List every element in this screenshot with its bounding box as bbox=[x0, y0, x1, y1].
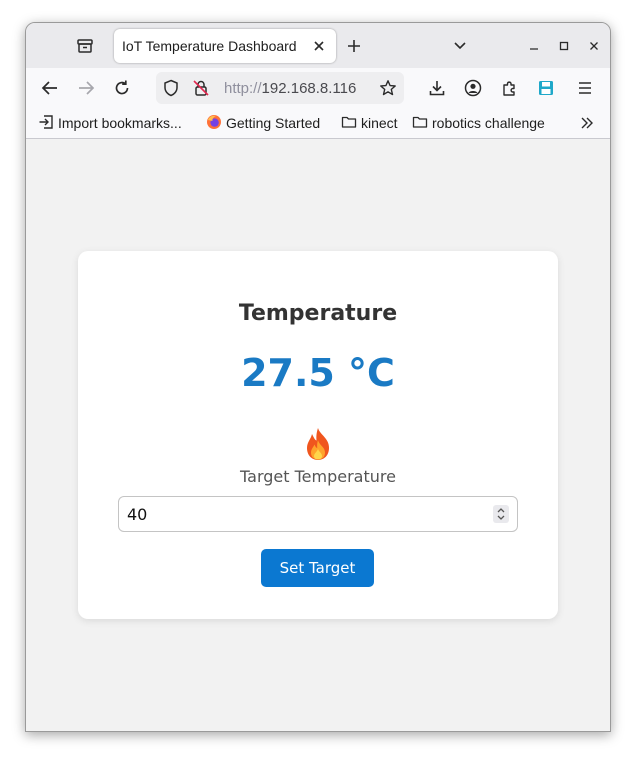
reload-icon[interactable] bbox=[111, 77, 133, 99]
active-tab[interactable]: IoT Temperature Dashboard bbox=[114, 29, 336, 63]
url-bar[interactable]: http://192.168.8.116 bbox=[156, 72, 404, 104]
bookmark-star-icon[interactable] bbox=[377, 77, 399, 99]
target-temperature-label: Target Temperature bbox=[240, 467, 396, 486]
temperature-reading: 27.5 °C bbox=[241, 351, 395, 395]
bookmark-getting-started[interactable]: Getting Started bbox=[206, 114, 320, 132]
back-icon[interactable] bbox=[39, 77, 61, 99]
download-icon[interactable] bbox=[426, 77, 448, 99]
bookmark-label: kinect bbox=[361, 115, 398, 131]
browser-window: IoT Temperature Dashboard http://192.168… bbox=[25, 22, 611, 732]
bookmark-folder-robotics[interactable]: robotics challenge bbox=[412, 114, 545, 132]
shield-icon[interactable] bbox=[160, 77, 182, 99]
extensions-icon[interactable] bbox=[499, 77, 521, 99]
tab-title: IoT Temperature Dashboard bbox=[122, 38, 297, 54]
folder-icon bbox=[412, 115, 428, 132]
bookmarks-toolbar: Import bookmarks... Getting Started kine… bbox=[26, 108, 610, 139]
fire-icon bbox=[298, 425, 338, 463]
card-title: Temperature bbox=[238, 301, 398, 326]
bookmark-import[interactable]: Import bookmarks... bbox=[38, 114, 182, 132]
import-icon bbox=[38, 114, 54, 133]
temperature-card: Temperature 27.5 °C Target Temperature 4… bbox=[78, 251, 558, 619]
chevron-double-right-icon[interactable] bbox=[578, 114, 596, 132]
navigation-toolbar: http://192.168.8.116 bbox=[26, 68, 610, 108]
firefox-icon bbox=[206, 114, 222, 133]
maximize-icon[interactable] bbox=[554, 36, 574, 56]
bookmark-label: Import bookmarks... bbox=[58, 115, 182, 131]
target-temperature-value: 40 bbox=[127, 505, 148, 524]
insecure-lock-icon[interactable] bbox=[190, 77, 212, 99]
bookmark-label: robotics challenge bbox=[432, 115, 545, 131]
minimize-icon[interactable] bbox=[524, 36, 544, 56]
target-temperature-input[interactable]: 40 bbox=[118, 496, 518, 532]
account-icon[interactable] bbox=[462, 77, 484, 99]
bookmark-label: Getting Started bbox=[226, 115, 321, 131]
save-icon[interactable] bbox=[535, 77, 557, 99]
bookmark-folder-kinect[interactable]: kinect bbox=[341, 114, 398, 132]
tab-close-icon[interactable] bbox=[310, 37, 328, 55]
page-content: Temperature 27.5 °C Target Temperature 4… bbox=[26, 139, 610, 731]
chevron-down-icon[interactable] bbox=[450, 36, 470, 56]
forward-icon[interactable] bbox=[75, 77, 97, 99]
folder-icon bbox=[341, 115, 357, 132]
new-tab-icon[interactable] bbox=[344, 36, 364, 56]
tab-list-icon[interactable] bbox=[74, 35, 96, 57]
window-close-icon[interactable] bbox=[584, 36, 604, 56]
number-spinner-icon[interactable] bbox=[493, 505, 509, 523]
url-text[interactable]: http://192.168.8.116 bbox=[224, 80, 356, 97]
set-target-button[interactable]: Set Target bbox=[261, 549, 374, 587]
hamburger-menu-icon[interactable] bbox=[574, 77, 596, 99]
tab-bar: IoT Temperature Dashboard bbox=[26, 23, 610, 68]
